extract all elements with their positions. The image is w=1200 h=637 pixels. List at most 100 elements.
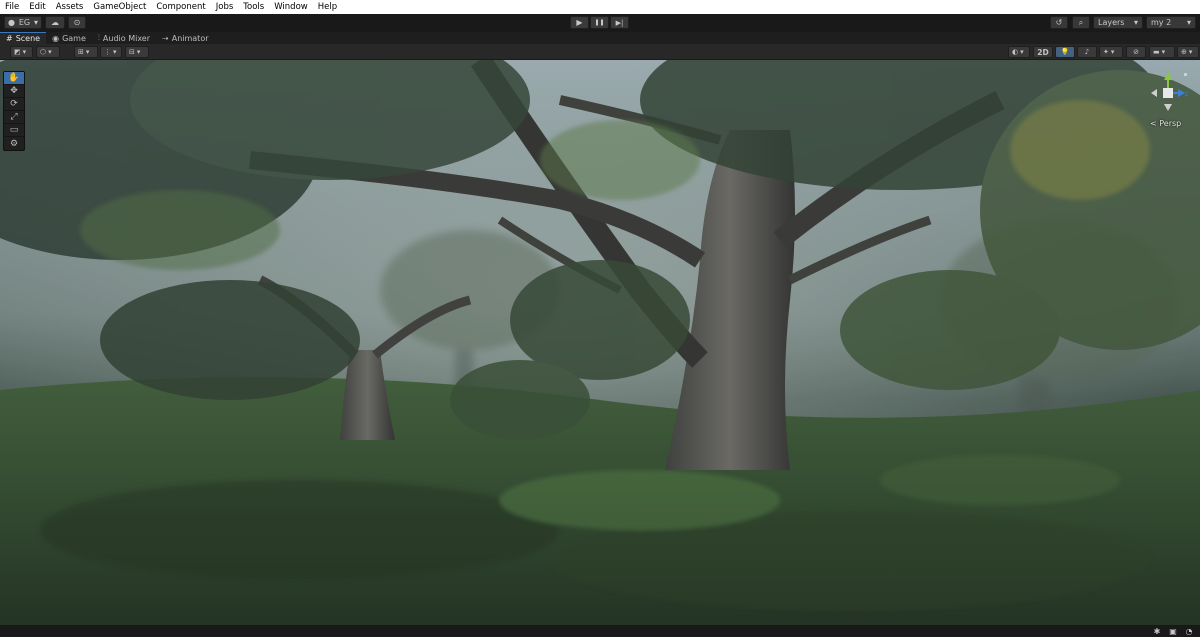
effects-icon: ✦ — [1103, 48, 1109, 56]
account-dropdown[interactable]: ● EG ▾ — [4, 16, 42, 29]
scale-tool-icon[interactable]: ⤢ — [4, 111, 24, 124]
search-icon: ⌕ — [1078, 17, 1084, 27]
tab-label: Animator — [171, 33, 209, 43]
persp-label[interactable]: < Persp — [1150, 119, 1181, 128]
chevron-down-icon: ▾ — [136, 48, 141, 56]
pause-icon: ❚❚ — [594, 19, 605, 26]
collab-button[interactable]: ⊙ — [68, 16, 86, 29]
grid-icon: ⊞ — [78, 48, 84, 56]
ruler-icon: ⊟ — [129, 48, 135, 56]
audio-mixer-icon: ⫶ — [97, 33, 100, 42]
menu-item-window[interactable]: Window — [269, 0, 313, 14]
menu-item-tools[interactable]: Tools — [238, 0, 269, 14]
grid-dropdown[interactable]: ⊞ ▾ — [74, 46, 98, 58]
tab-label: Scene — [15, 34, 41, 43]
draw-mode-icon: ◩ — [14, 48, 21, 56]
chevron-down-icon: ▾ — [48, 48, 52, 56]
menu-item-help[interactable]: Help — [313, 0, 342, 14]
transform-tool-icon[interactable]: ⚙ — [4, 137, 24, 150]
search-button[interactable]: ⌕ — [1072, 16, 1090, 29]
menu-bar: File Edit Assets GameObject Component Jobs Too… — [0, 0, 1200, 14]
globe-icon: ⊕ — [1181, 48, 1187, 56]
rect-tool-icon[interactable]: ▭ — [4, 124, 24, 137]
game-icon: ◉ — [52, 33, 60, 43]
menu-item-file[interactable]: File — [0, 0, 24, 14]
cloud-button[interactable]: ☁ — [45, 16, 65, 29]
window-tab-bar: # Scene ◉ Game ⫶ Audio Mixer ⇢ Animator — [0, 32, 1200, 44]
snap-icon: ⋮ — [104, 48, 111, 56]
forest-scene-render — [0, 60, 1200, 625]
bug-icon[interactable]: ✱ — [1152, 626, 1162, 636]
scene-visibility-toggle[interactable]: ⊘ — [1126, 46, 1146, 58]
chevron-down-icon: ▾ — [33, 18, 38, 27]
scene-icon: # — [6, 34, 13, 43]
snap-dropdown[interactable]: ⋮ ▾ — [100, 46, 122, 58]
lighting-toggle[interactable]: 💡 — [1055, 46, 1075, 58]
shading-mode-dropdown[interactable]: ◐ ▾ — [1008, 46, 1030, 58]
tab-label: Audio Mixer — [102, 33, 151, 43]
chevron-down-icon: ▾ — [1188, 48, 1193, 56]
history-icon: ↺ — [1055, 18, 1063, 27]
gizmo-y-label: y — [1167, 70, 1171, 75]
chevron-down-icon: ▾ — [22, 48, 27, 56]
menu-item-jobs[interactable]: Jobs — [211, 0, 239, 14]
camera-dropdown[interactable]: ▬ ▾ — [1149, 46, 1175, 58]
step-button[interactable]: ▶| — [610, 16, 629, 29]
main-toolbar: ● EG ▾ ☁ ⊙ ▶ ❚❚ ▶| ↺ ⌕ Layers ▾ my 2 ▾ — [0, 14, 1200, 32]
gizmo-z-label: z — [1185, 91, 1188, 98]
chevron-down-icon: ▾ — [1161, 48, 1166, 56]
tab-audio-mixer[interactable]: ⫶ Audio Mixer — [92, 32, 156, 44]
cloud-icon: ☁ — [51, 18, 59, 27]
transform-tool-palette: ✋ ✥ ⟳ ⤢ ▭ ⚙ — [3, 71, 25, 151]
pause-button[interactable]: ❚❚ — [590, 16, 609, 29]
layout-label: my 2 — [1151, 18, 1172, 27]
chevron-down-icon: ▾ — [1110, 48, 1115, 56]
camera-icon: ▬ — [1153, 48, 1160, 56]
account-label: EG — [18, 18, 31, 27]
undo-history-button[interactable]: ↺ — [1050, 16, 1068, 29]
step-icon: ▶| — [615, 18, 624, 27]
sphere-icon: ◐ — [1012, 48, 1019, 56]
rotate-tool-icon[interactable]: ⟳ — [4, 98, 24, 111]
chevron-down-icon: ▾ — [1020, 48, 1024, 56]
chevron-down-icon: ▾ — [1186, 18, 1191, 27]
scene-view-toolbar: ◩ ▾ ⬡ ▾ ⊞ ▾ ⋮ ▾ ⊟ ▾ ◐ ▾ 2D 💡 ♪ ✦ ▾ ⊘ ▬ ▾ ⊕ ▾ — [0, 44, 1200, 60]
chevron-down-icon: ▾ — [1133, 18, 1138, 27]
animator-icon: ⇢ — [162, 33, 169, 43]
2d-toggle[interactable]: 2D — [1033, 46, 1053, 58]
progress-icon[interactable]: ◔ — [1184, 626, 1194, 636]
orientation-gizmo[interactable]: y z — [1148, 70, 1188, 118]
cache-icon[interactable]: ▣ — [1168, 626, 1178, 636]
orientation-dropdown[interactable]: ⬡ ▾ — [36, 46, 60, 58]
lightbulb-icon: 💡 — [1060, 48, 1070, 56]
cube-icon: ⬡ — [40, 48, 47, 56]
draw-mode-dropdown[interactable]: ◩ ▾ — [10, 46, 33, 58]
effects-dropdown[interactable]: ✦ ▾ — [1099, 46, 1123, 58]
tab-game[interactable]: ◉ Game — [46, 32, 92, 44]
move-tool-icon[interactable]: ✥ — [4, 85, 24, 98]
chevron-down-icon: ▾ — [113, 48, 117, 56]
collab-icon: ⊙ — [73, 18, 81, 27]
eye-slash-icon: ⊘ — [1133, 48, 1139, 56]
account-icon: ● — [8, 18, 15, 27]
tab-scene[interactable]: # Scene — [0, 32, 47, 44]
hand-tool-icon[interactable]: ✋ — [4, 72, 24, 85]
playmode-controls: ▶ ❚❚ ▶| — [570, 16, 629, 29]
scene-viewport[interactable]: ✋ ✥ ⟳ ⤢ ▭ ⚙ y z < Persp — [0, 60, 1200, 625]
play-button[interactable]: ▶ — [570, 16, 589, 29]
audio-toggle[interactable]: ♪ — [1077, 46, 1097, 58]
menu-item-component[interactable]: Component — [151, 0, 210, 14]
menu-item-assets[interactable]: Assets — [51, 0, 89, 14]
increment-snap-dropdown[interactable]: ⊟ ▾ — [125, 46, 149, 58]
status-bar: ✱ ▣ ◔ — [0, 625, 1200, 637]
layers-dropdown[interactable]: Layers ▾ — [1093, 16, 1143, 29]
play-icon: ▶ — [576, 18, 583, 27]
menu-item-edit[interactable]: Edit — [24, 0, 50, 14]
layout-dropdown[interactable]: my 2 ▾ — [1146, 16, 1196, 29]
chevron-down-icon: ▾ — [85, 48, 90, 56]
tab-animator[interactable]: ⇢ Animator — [156, 32, 214, 44]
gizmos-dropdown[interactable]: ⊕ ▾ — [1177, 46, 1199, 58]
menu-item-gameobject[interactable]: GameObject — [88, 0, 151, 14]
tab-label: Game — [62, 33, 86, 43]
speaker-icon: ♪ — [1084, 48, 1090, 56]
